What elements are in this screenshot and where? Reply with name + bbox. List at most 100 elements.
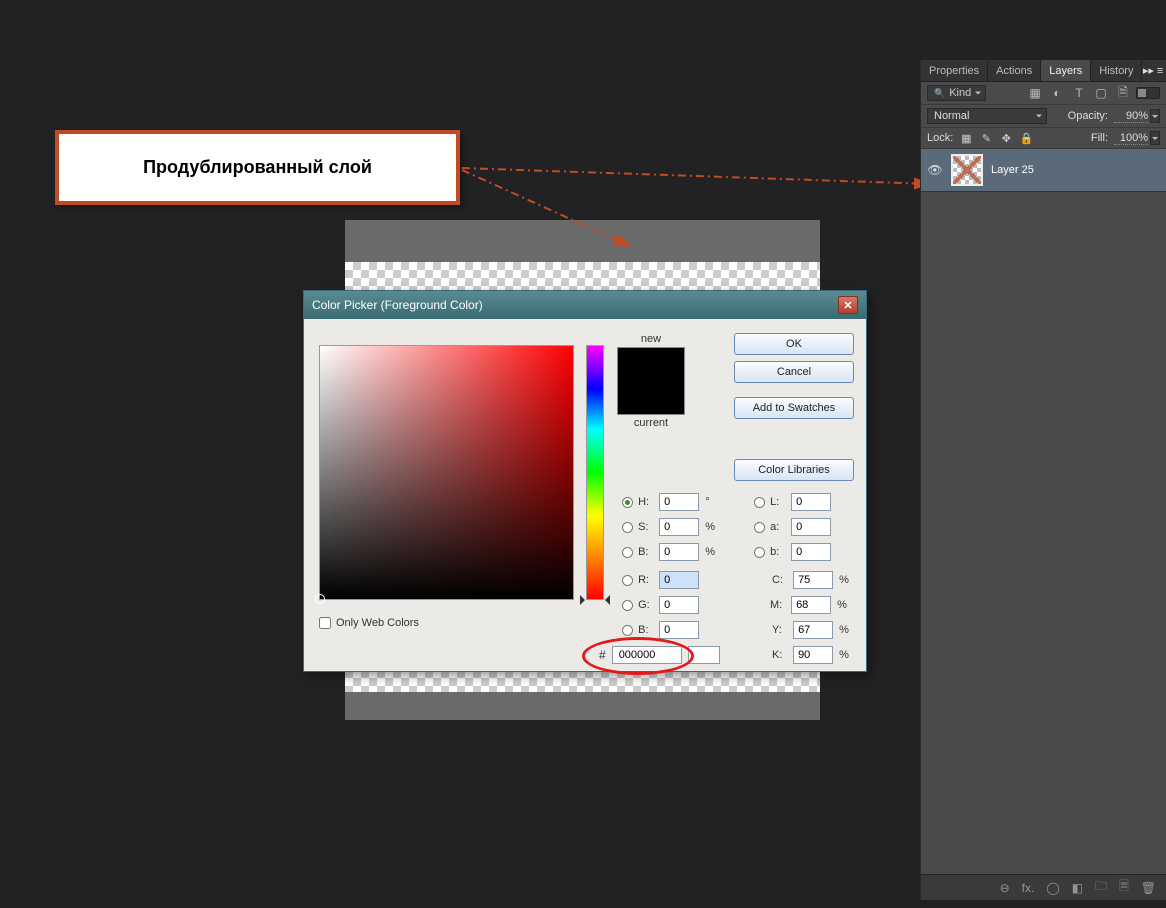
filter-pixel-icon[interactable]: ▦ xyxy=(1028,86,1042,100)
annotation-text: Продублированный слой xyxy=(143,157,372,178)
new-color-label: new xyxy=(612,333,690,345)
radio-a[interactable] xyxy=(754,522,765,533)
lock-transparency-icon[interactable]: ▦ xyxy=(959,131,973,145)
annotation-callout: Продублированный слой xyxy=(55,130,460,205)
field-r: R: xyxy=(622,571,699,589)
only-web-colors[interactable]: Only Web Colors xyxy=(319,617,419,629)
radio-bv[interactable] xyxy=(622,547,633,558)
sv-cursor xyxy=(315,594,325,604)
filter-type-icons: ▦ ◐ T ▢ 🗎 xyxy=(1028,86,1130,100)
radio-s[interactable] xyxy=(622,522,633,533)
input-l[interactable] xyxy=(791,493,831,511)
layers-footer: ⊖ fx. ◯ ◧ 🗀 🗏 🗑 xyxy=(921,874,1166,900)
layer-name-label[interactable]: Layer 25 xyxy=(991,164,1034,176)
input-bc[interactable] xyxy=(659,621,699,639)
lock-position-icon[interactable]: ✥ xyxy=(999,131,1013,145)
layer-item[interactable]: 👁 Layer 25 xyxy=(921,149,1166,192)
field-g: G: xyxy=(622,596,699,614)
filter-type-icon[interactable]: T xyxy=(1072,86,1086,100)
input-c[interactable] xyxy=(793,571,833,589)
color-picker-dialog: Color Picker (Foreground Color) ✕ new cu… xyxy=(303,290,867,672)
only-web-label: Only Web Colors xyxy=(336,617,419,629)
input-bv[interactable] xyxy=(659,543,699,561)
panel-menu-button[interactable]: ≡ xyxy=(1154,60,1166,81)
lock-pixels-icon[interactable]: ✎ xyxy=(979,131,993,145)
hue-slider[interactable] xyxy=(586,345,604,600)
dialog-title-text: Color Picker (Foreground Color) xyxy=(312,298,483,312)
radio-bc[interactable] xyxy=(622,625,633,636)
hex-extra-box xyxy=(688,646,720,664)
field-s: S: % xyxy=(622,518,715,536)
layer-fx-icon[interactable]: fx. xyxy=(1022,881,1035,895)
input-g[interactable] xyxy=(659,596,699,614)
filter-smart-icon[interactable]: 🗎 xyxy=(1116,86,1130,100)
filter-adjustment-icon[interactable]: ◐ xyxy=(1050,86,1064,100)
layer-visibility-icon[interactable]: 👁 xyxy=(927,162,943,178)
field-a: a: xyxy=(754,518,831,536)
ok-button[interactable]: OK xyxy=(734,333,854,355)
color-swatch[interactable] xyxy=(617,347,685,415)
input-k[interactable] xyxy=(793,646,833,664)
layer-filter-row: Kind ▦ ◐ T ▢ 🗎 xyxy=(921,82,1166,105)
opacity-dropdown[interactable] xyxy=(1150,109,1160,123)
input-s[interactable] xyxy=(659,518,699,536)
fill-input[interactable] xyxy=(1114,132,1148,145)
input-m[interactable] xyxy=(791,596,831,614)
field-h: H: ° xyxy=(622,493,710,511)
layers-panel: Properties Actions Layers History ▸▸ ≡ K… xyxy=(920,60,1166,900)
delete-layer-icon[interactable]: 🗑 xyxy=(1141,881,1156,895)
cancel-button[interactable]: Cancel xyxy=(734,361,854,383)
filter-shape-icon[interactable]: ▢ xyxy=(1094,86,1108,100)
only-web-checkbox[interactable] xyxy=(319,617,331,629)
field-y: Y: % xyxy=(772,621,849,639)
field-k: K: % xyxy=(772,646,849,664)
dialog-titlebar[interactable]: Color Picker (Foreground Color) ✕ xyxy=(304,291,866,319)
input-y[interactable] xyxy=(793,621,833,639)
radio-h[interactable] xyxy=(622,497,633,508)
radio-r[interactable] xyxy=(622,575,633,586)
layer-list: 👁 Layer 25 xyxy=(921,149,1166,874)
link-layers-icon[interactable]: ⊖ xyxy=(1000,881,1010,895)
field-m: M: % xyxy=(770,596,847,614)
current-color-label: current xyxy=(612,417,690,429)
filter-toggle[interactable] xyxy=(1136,87,1160,99)
hex-input[interactable] xyxy=(612,646,682,664)
input-h[interactable] xyxy=(659,493,699,511)
blend-mode-dropdown[interactable]: Normal xyxy=(927,108,1047,124)
tab-layers[interactable]: Layers xyxy=(1041,60,1091,81)
lock-fill-row: Lock: ▦ ✎ ✥ 🔒 Fill: xyxy=(921,128,1166,149)
panel-flyout-button[interactable]: ▸▸ xyxy=(1142,60,1154,81)
hex-hash-label: # xyxy=(599,648,606,662)
tab-properties[interactable]: Properties xyxy=(921,60,988,81)
group-icon[interactable]: 🗀 xyxy=(1095,877,1107,898)
color-libraries-button[interactable]: Color Libraries xyxy=(734,459,854,481)
panel-tabs: Properties Actions Layers History ▸▸ ≡ xyxy=(921,60,1166,82)
field-b: b: xyxy=(754,543,831,561)
input-r[interactable] xyxy=(659,571,699,589)
saturation-value-picker[interactable] xyxy=(319,345,574,600)
radio-b[interactable] xyxy=(754,547,765,558)
close-icon[interactable]: ✕ xyxy=(838,296,858,314)
input-b[interactable] xyxy=(791,543,831,561)
radio-g[interactable] xyxy=(622,600,633,611)
opacity-input[interactable] xyxy=(1114,110,1148,123)
field-bc: B: xyxy=(622,621,699,639)
color-preview: new current xyxy=(612,333,690,429)
blend-opacity-row: Normal Opacity: xyxy=(921,105,1166,128)
tab-actions[interactable]: Actions xyxy=(988,60,1041,81)
new-layer-icon[interactable]: 🗏 xyxy=(1119,877,1129,898)
field-c: C: % xyxy=(772,571,849,589)
lock-label: Lock: xyxy=(927,132,953,144)
field-bv: B: % xyxy=(622,543,715,561)
layer-thumbnail[interactable] xyxy=(951,154,983,186)
hue-slider-marker xyxy=(580,595,610,605)
add-mask-icon[interactable]: ◯ xyxy=(1046,881,1059,895)
filter-kind-dropdown[interactable]: Kind xyxy=(927,85,986,101)
fill-dropdown[interactable] xyxy=(1150,131,1160,145)
tab-history[interactable]: History xyxy=(1091,60,1142,81)
add-to-swatches-button[interactable]: Add to Swatches xyxy=(734,397,854,419)
radio-l[interactable] xyxy=(754,497,765,508)
lock-all-icon[interactable]: 🔒 xyxy=(1019,131,1033,145)
adjustment-layer-icon[interactable]: ◧ xyxy=(1072,881,1083,895)
input-a[interactable] xyxy=(791,518,831,536)
